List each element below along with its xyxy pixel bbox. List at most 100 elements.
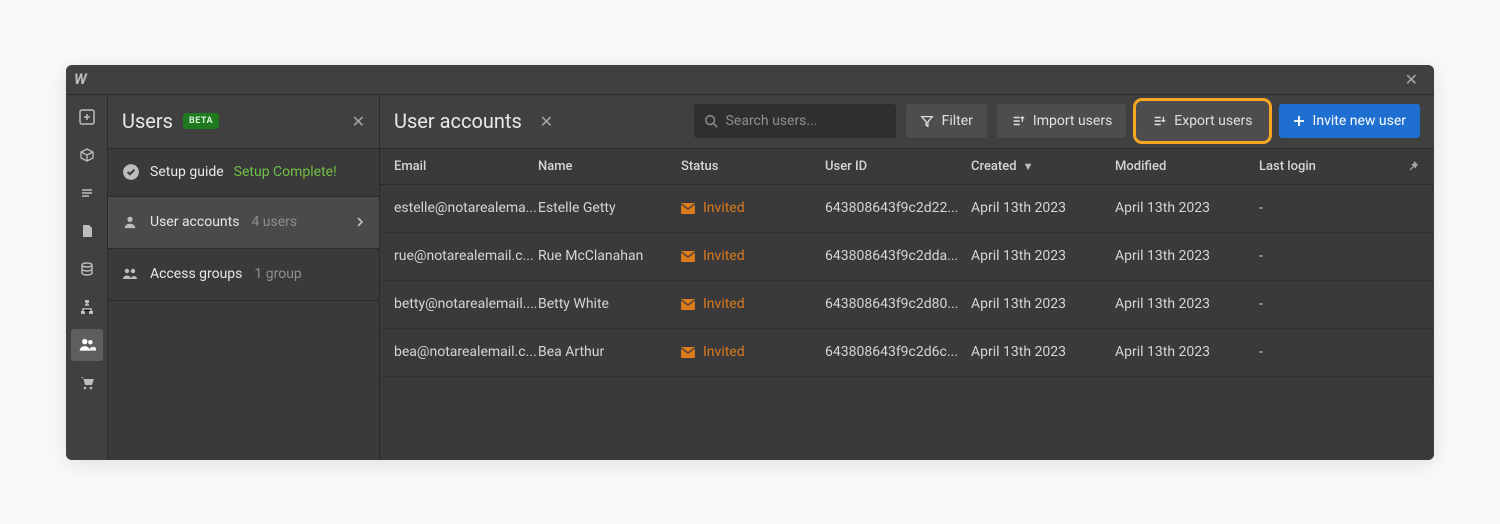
cell-email: estelle@notarealema...	[394, 200, 538, 216]
search-icon	[704, 114, 718, 128]
users-panel: Users BETA ✕ Setup guide Setup Complete!…	[108, 95, 380, 460]
main-content: User accounts ✕ Filter	[380, 95, 1434, 460]
app-window: W ✕	[66, 65, 1434, 460]
plus-icon	[1293, 115, 1305, 127]
envelope-icon	[681, 251, 695, 262]
chevron-right-icon	[355, 217, 365, 227]
import-icon	[1011, 114, 1025, 128]
check-circle-icon	[122, 163, 140, 181]
sort-desc-icon: ▼	[1023, 160, 1034, 173]
export-icon	[1152, 114, 1166, 128]
nav-label: User accounts	[150, 214, 239, 230]
cell-created: April 13th 2023	[971, 200, 1115, 216]
cell-user-id: 643808643f9c2d22...	[825, 200, 971, 216]
status-text: Invited	[703, 296, 745, 312]
status-text: Invited	[703, 200, 745, 216]
sidebar-item-access-groups[interactable]: Access groups 1 group	[108, 249, 379, 301]
table-row[interactable]: estelle@notarealema...Estelle Getty Invit…	[380, 185, 1434, 233]
tab-close-icon[interactable]: ✕	[536, 112, 557, 131]
import-users-button[interactable]: Import users	[997, 104, 1126, 138]
filter-button[interactable]: Filter	[906, 104, 987, 138]
cell-status: Invited	[681, 200, 825, 216]
nav-count: 1 group	[254, 266, 301, 282]
rail-box-icon[interactable]	[71, 139, 103, 171]
col-status[interactable]: Status	[681, 159, 825, 174]
nav-label: Access groups	[150, 266, 242, 282]
page-title: User accounts	[394, 109, 522, 133]
beta-badge: BETA	[183, 113, 219, 129]
invite-user-button[interactable]: Invite new user	[1279, 104, 1420, 138]
cell-email: betty@notarealemail....	[394, 296, 538, 312]
filter-label: Filter	[942, 113, 973, 129]
cell-email: bea@notarealemail.c...	[394, 344, 538, 360]
cell-created: April 13th 2023	[971, 296, 1115, 312]
export-label: Export users	[1174, 113, 1252, 129]
left-rail	[66, 95, 108, 460]
cell-status: Invited	[681, 296, 825, 312]
cell-name: Rue McClanahan	[538, 248, 681, 264]
table-body: estelle@notarealema...Estelle Getty Invit…	[380, 185, 1434, 377]
cell-modified: April 13th 2023	[1115, 248, 1259, 264]
envelope-icon	[681, 347, 695, 358]
table-header: Email Name Status User ID Created ▼ Modi…	[380, 149, 1434, 185]
cell-last-login: -	[1259, 296, 1365, 312]
invite-label: Invite new user	[1313, 113, 1406, 129]
toolbar: User accounts ✕ Filter	[380, 95, 1434, 149]
cell-user-id: 643808643f9c2d6c...	[825, 344, 971, 360]
col-email[interactable]: Email	[394, 159, 538, 174]
close-icon[interactable]: ✕	[1397, 66, 1426, 93]
setup-label: Setup guide	[150, 164, 224, 180]
pin-icon[interactable]	[1406, 159, 1420, 173]
cell-last-login: -	[1259, 200, 1365, 216]
import-label: Import users	[1033, 113, 1112, 129]
cell-name: Betty White	[538, 296, 681, 312]
app-logo: W	[74, 70, 87, 88]
table-row[interactable]: rue@notarealemail.c...Rue McClanahan Invi…	[380, 233, 1434, 281]
col-name[interactable]: Name	[538, 159, 681, 174]
cell-status: Invited	[681, 344, 825, 360]
table-row[interactable]: betty@notarealemail....Betty White Invite…	[380, 281, 1434, 329]
cell-status: Invited	[681, 248, 825, 264]
rail-list-icon[interactable]	[71, 177, 103, 209]
cell-email: rue@notarealemail.c...	[394, 248, 538, 264]
filter-icon	[920, 114, 934, 128]
sidebar-item-user-accounts[interactable]: User accounts 4 users	[108, 197, 379, 249]
envelope-icon	[681, 299, 695, 310]
panel-header: Users BETA ✕	[108, 95, 379, 149]
cell-name: Bea Arthur	[538, 344, 681, 360]
titlebar: W ✕	[66, 65, 1434, 95]
search-input-wrapper[interactable]	[694, 104, 896, 138]
cell-name: Estelle Getty	[538, 200, 681, 216]
export-users-button[interactable]: Export users	[1136, 101, 1268, 141]
rail-users-icon[interactable]	[71, 329, 103, 361]
table-row[interactable]: bea@notarealemail.c...Bea Arthur Invited 6…	[380, 329, 1434, 377]
cell-created: April 13th 2023	[971, 248, 1115, 264]
cell-modified: April 13th 2023	[1115, 296, 1259, 312]
cell-created: April 13th 2023	[971, 344, 1115, 360]
cell-modified: April 13th 2023	[1115, 344, 1259, 360]
col-modified[interactable]: Modified	[1115, 159, 1259, 174]
status-text: Invited	[703, 344, 745, 360]
nav-count: 4 users	[251, 214, 297, 230]
setup-guide-row[interactable]: Setup guide Setup Complete!	[108, 149, 379, 197]
cell-modified: April 13th 2023	[1115, 200, 1259, 216]
rail-page-icon[interactable]	[71, 215, 103, 247]
cell-last-login: -	[1259, 248, 1365, 264]
cell-last-login: -	[1259, 344, 1365, 360]
col-last-login[interactable]: Last login	[1259, 159, 1365, 174]
rail-cart-icon[interactable]	[71, 367, 103, 399]
col-created[interactable]: Created ▼	[971, 159, 1115, 174]
col-user-id[interactable]: User ID	[825, 159, 971, 174]
setup-status: Setup Complete!	[234, 164, 337, 180]
user-icon	[122, 215, 138, 229]
rail-add-icon[interactable]	[71, 101, 103, 133]
panel-close-icon[interactable]: ✕	[352, 112, 365, 131]
envelope-icon	[681, 203, 695, 214]
status-text: Invited	[703, 248, 745, 264]
rail-database-icon[interactable]	[71, 253, 103, 285]
cell-user-id: 643808643f9c2d80...	[825, 296, 971, 312]
rail-sitemap-icon[interactable]	[71, 291, 103, 323]
panel-title: Users	[122, 109, 173, 133]
search-input[interactable]	[726, 113, 886, 129]
group-icon	[122, 267, 138, 281]
